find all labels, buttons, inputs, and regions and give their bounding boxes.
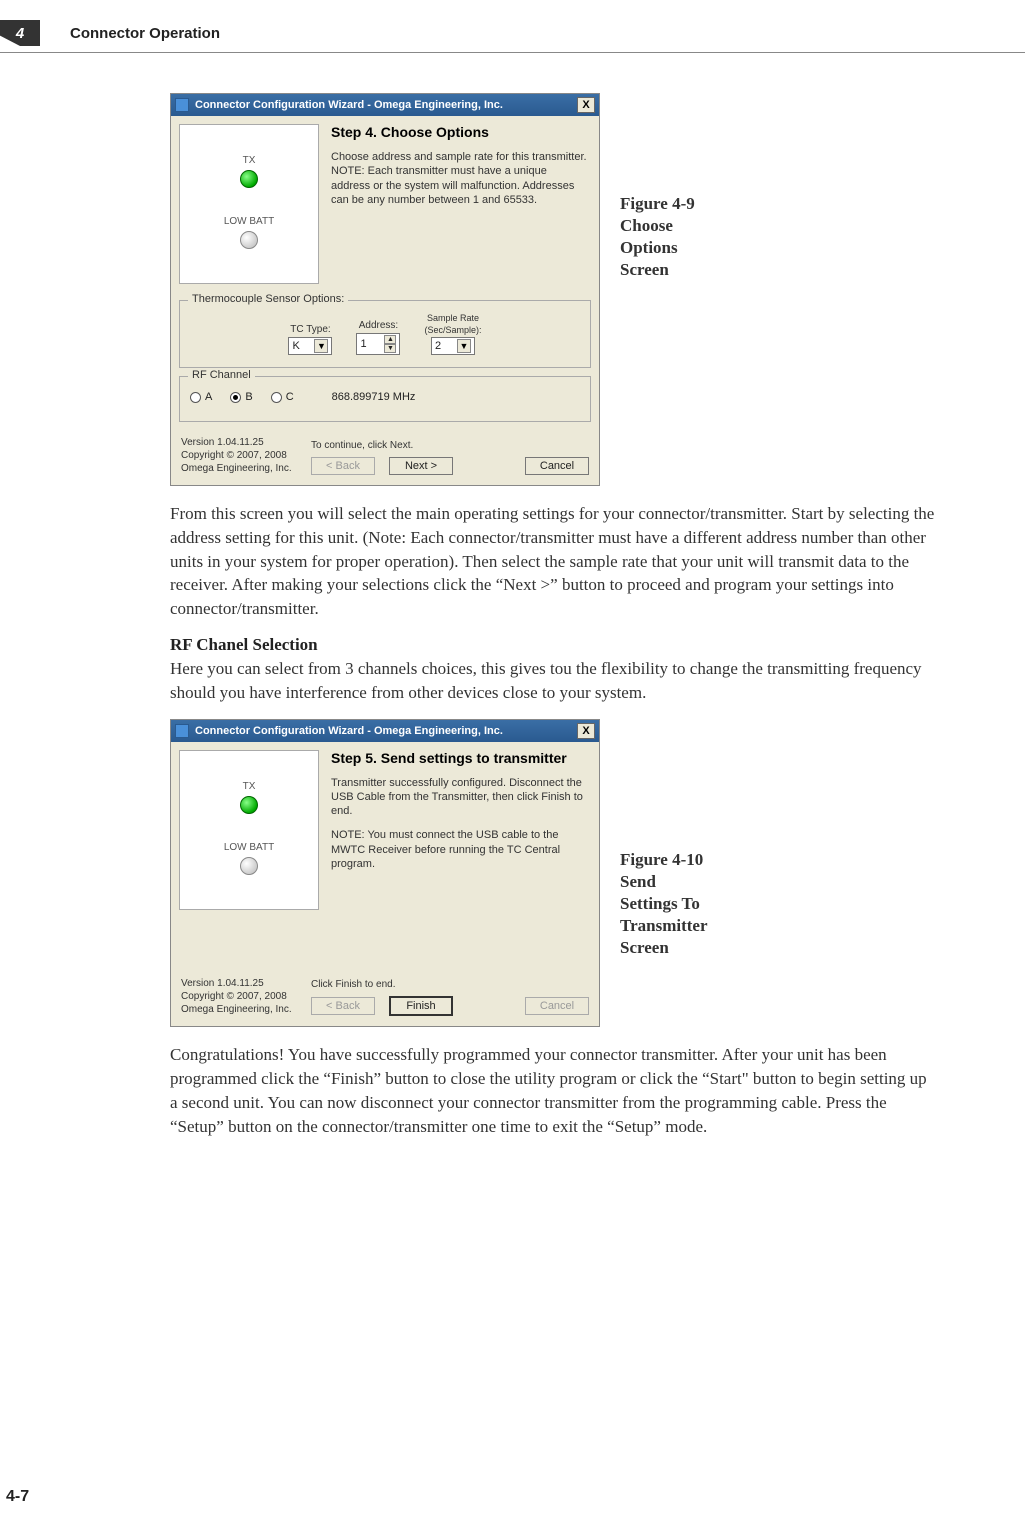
spinner-arrows-icon: ▲▼ <box>384 335 396 353</box>
figure-caption-line: Settings To <box>620 893 760 915</box>
radio-label: B <box>245 391 252 403</box>
step-title: Step 5. Send settings to transmitter <box>331 750 587 766</box>
tc-type-dropdown[interactable]: K ▼ <box>288 337 332 355</box>
chapter-number-tab: 4 <box>0 20 40 46</box>
body-text: Congratulations! You have successfully p… <box>170 1043 935 1138</box>
side-panel: TX LOW BATT <box>179 124 319 284</box>
frequency-value: 868.899719 MHz <box>332 391 416 403</box>
figure-caption-line: Figure 4-10 <box>620 849 760 871</box>
low-batt-led-icon <box>240 231 258 249</box>
tx-led-label: TX <box>240 781 258 792</box>
figure-caption-line: Options <box>620 237 760 259</box>
step-description: Transmitter successfully configured. Dis… <box>331 776 587 819</box>
titlebar: Connector Configuration Wizard - Omega E… <box>171 94 599 116</box>
window-title: Connector Configuration Wizard - Omega E… <box>195 99 503 111</box>
titlebar: Connector Configuration Wizard - Omega E… <box>171 720 599 742</box>
app-icon <box>175 724 189 738</box>
next-button[interactable]: Next > <box>389 457 453 475</box>
rf-channel-groupbox: RF Channel A B C 868.899719 MHz <box>179 376 591 422</box>
figure-caption-line: Screen <box>620 259 760 281</box>
body-text: From this screen you will select the mai… <box>170 502 935 621</box>
close-button[interactable]: X <box>577 97 595 113</box>
back-button[interactable]: < Back <box>311 457 375 475</box>
sample-rate-label2: (Sec/Sample): <box>424 325 481 335</box>
sample-rate-dropdown[interactable]: 2 ▼ <box>431 337 475 355</box>
wizard-window-step5: Connector Configuration Wizard - Omega E… <box>170 719 600 1028</box>
copyright-text: Copyright © 2007, 2008 Omega Engineering… <box>181 990 301 1016</box>
groupbox-title: Thermocouple Sensor Options: <box>188 293 348 305</box>
figure-caption-line: Choose <box>620 215 760 237</box>
tx-led-icon <box>240 796 258 814</box>
figure-caption-line: Figure 4-9 <box>620 193 760 215</box>
figure-caption: Figure 4-9 Choose Options Screen <box>620 193 760 281</box>
figure-4-10-block: Connector Configuration Wizard - Omega E… <box>170 719 935 1028</box>
cancel-button[interactable]: Cancel <box>525 997 589 1015</box>
cancel-button[interactable]: Cancel <box>525 457 589 475</box>
main-panel: Step 5. Send settings to transmitter Tra… <box>327 742 599 972</box>
figure-caption-line: Screen <box>620 937 760 959</box>
address-spinner[interactable]: 1 ▲▼ <box>356 333 400 355</box>
radio-label: C <box>286 391 294 403</box>
low-batt-label: LOW BATT <box>224 842 274 853</box>
rf-channel-b-radio[interactable]: B <box>230 391 252 403</box>
side-panel: TX LOW BATT <box>179 750 319 910</box>
radio-icon <box>230 392 241 403</box>
back-button[interactable]: < Back <box>311 997 375 1015</box>
sample-rate-value: 2 <box>435 340 441 352</box>
hint-text: Click Finish to end. <box>311 979 589 990</box>
thermocouple-groupbox: Thermocouple Sensor Options: TC Type: K … <box>179 300 591 368</box>
chevron-down-icon: ▼ <box>457 339 471 353</box>
page-header: 4 Connector Operation <box>0 0 1025 46</box>
radio-icon <box>271 392 282 403</box>
tc-type-label: TC Type: <box>290 324 330 335</box>
address-label: Address: <box>359 320 398 331</box>
page-number: 4-7 <box>6 1488 29 1506</box>
tx-led-icon <box>240 170 258 188</box>
figure-4-9-block: Connector Configuration Wizard - Omega E… <box>170 93 935 486</box>
address-value: 1 <box>360 338 366 350</box>
close-button[interactable]: X <box>577 723 595 739</box>
version-text: Version 1.04.11.25 <box>181 436 301 449</box>
copyright-text: Copyright © 2007, 2008 Omega Engineering… <box>181 449 301 475</box>
app-icon <box>175 98 189 112</box>
rf-channel-c-radio[interactable]: C <box>271 391 294 403</box>
rf-channel-a-radio[interactable]: A <box>190 391 212 403</box>
step-note: NOTE: You must connect the USB cable to … <box>331 828 587 871</box>
radio-icon <box>190 392 201 403</box>
chapter-title: Connector Operation <box>70 25 220 42</box>
chevron-down-icon: ▼ <box>314 339 328 353</box>
step-title: Step 4. Choose Options <box>331 124 587 140</box>
radio-label: A <box>205 391 212 403</box>
figure-caption-line: Send <box>620 871 760 893</box>
tc-type-value: K <box>292 340 299 352</box>
figure-caption: Figure 4-10 Send Settings To Transmitter… <box>620 849 760 959</box>
wizard-window-step4: Connector Configuration Wizard - Omega E… <box>170 93 600 486</box>
figure-caption-line: Transmitter <box>620 915 760 937</box>
version-text: Version 1.04.11.25 <box>181 977 301 990</box>
low-batt-led-icon <box>240 857 258 875</box>
step-description: Choose address and sample rate for this … <box>331 150 587 207</box>
low-batt-label: LOW BATT <box>224 216 274 227</box>
hint-text: To continue, click Next. <box>311 440 589 451</box>
page-content: Connector Configuration Wizard - Omega E… <box>0 53 1025 1139</box>
main-panel: Step 4. Choose Options Choose address an… <box>327 116 599 292</box>
tx-led-label: TX <box>240 155 258 166</box>
groupbox-title: RF Channel <box>188 369 255 381</box>
sample-rate-label1: Sample Rate <box>427 313 479 323</box>
window-title: Connector Configuration Wizard - Omega E… <box>195 725 503 737</box>
body-text: Here you can select from 3 channels choi… <box>170 657 935 705</box>
finish-button[interactable]: Finish <box>389 996 453 1016</box>
subheading: RF Chanel Selection <box>170 635 935 655</box>
